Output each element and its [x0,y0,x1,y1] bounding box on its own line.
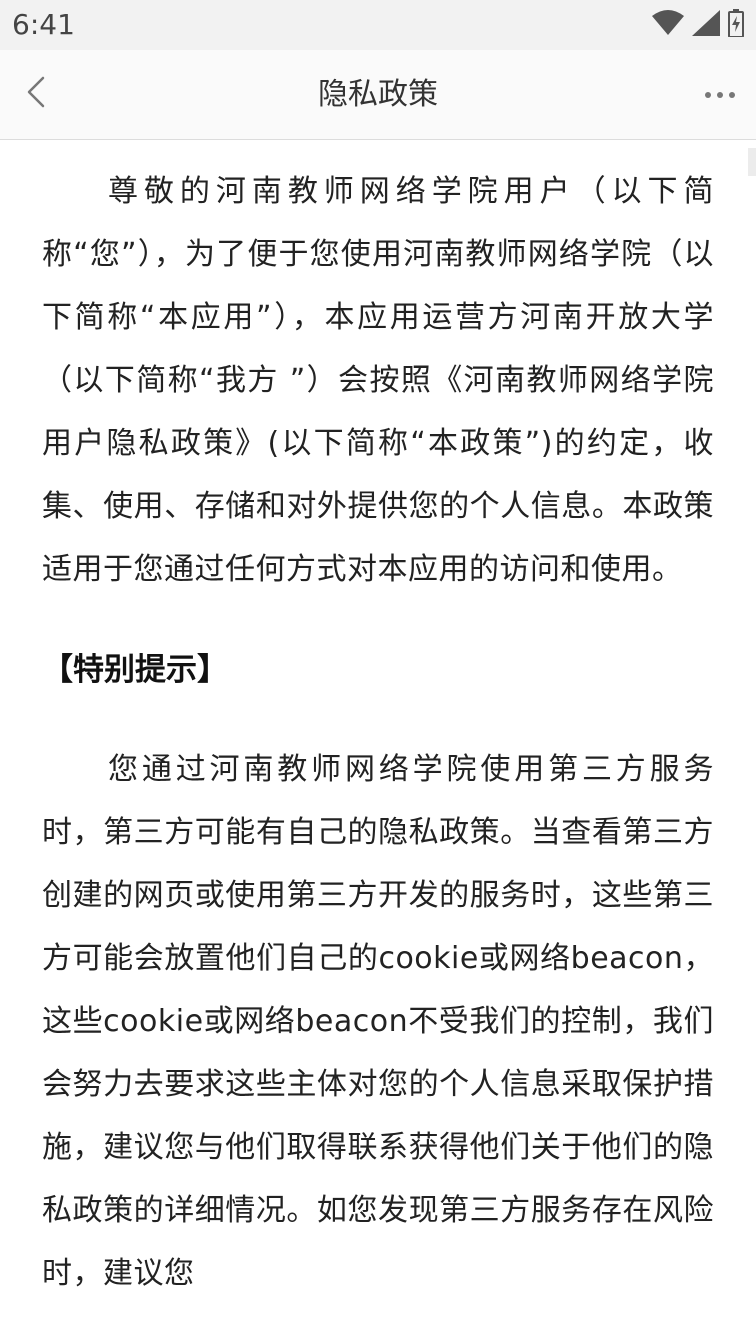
battery-charging-icon [728,9,744,41]
more-horizontal-icon [704,85,736,104]
more-button[interactable] [698,72,742,116]
policy-content[interactable]: 尊敬的河南教师网络学院用户（以下简称“您”），为了便于您使用河南教师网络学院（以… [0,140,756,1344]
chevron-left-icon [24,75,48,113]
back-button[interactable] [14,70,58,118]
cellular-signal-icon [692,10,720,40]
intro-paragraph: 尊敬的河南教师网络学院用户（以下简称“您”），为了便于您使用河南教师网络学院（以… [42,174,714,587]
status-time: 6:41 [12,8,75,41]
page-title: 隐私政策 [318,77,438,112]
status-bar: 6:41 [0,0,756,50]
third-party-paragraph: 您通过河南教师网络学院使用第三方服务时，第三方可能有自己的隐私政策。当查看第三方… [42,752,714,1291]
wifi-icon [652,10,684,40]
app-header: 隐私政策 [0,50,756,140]
scrollbar[interactable] [748,148,756,176]
section-heading: 【特别提示】 [42,652,228,688]
status-icons [652,9,744,41]
